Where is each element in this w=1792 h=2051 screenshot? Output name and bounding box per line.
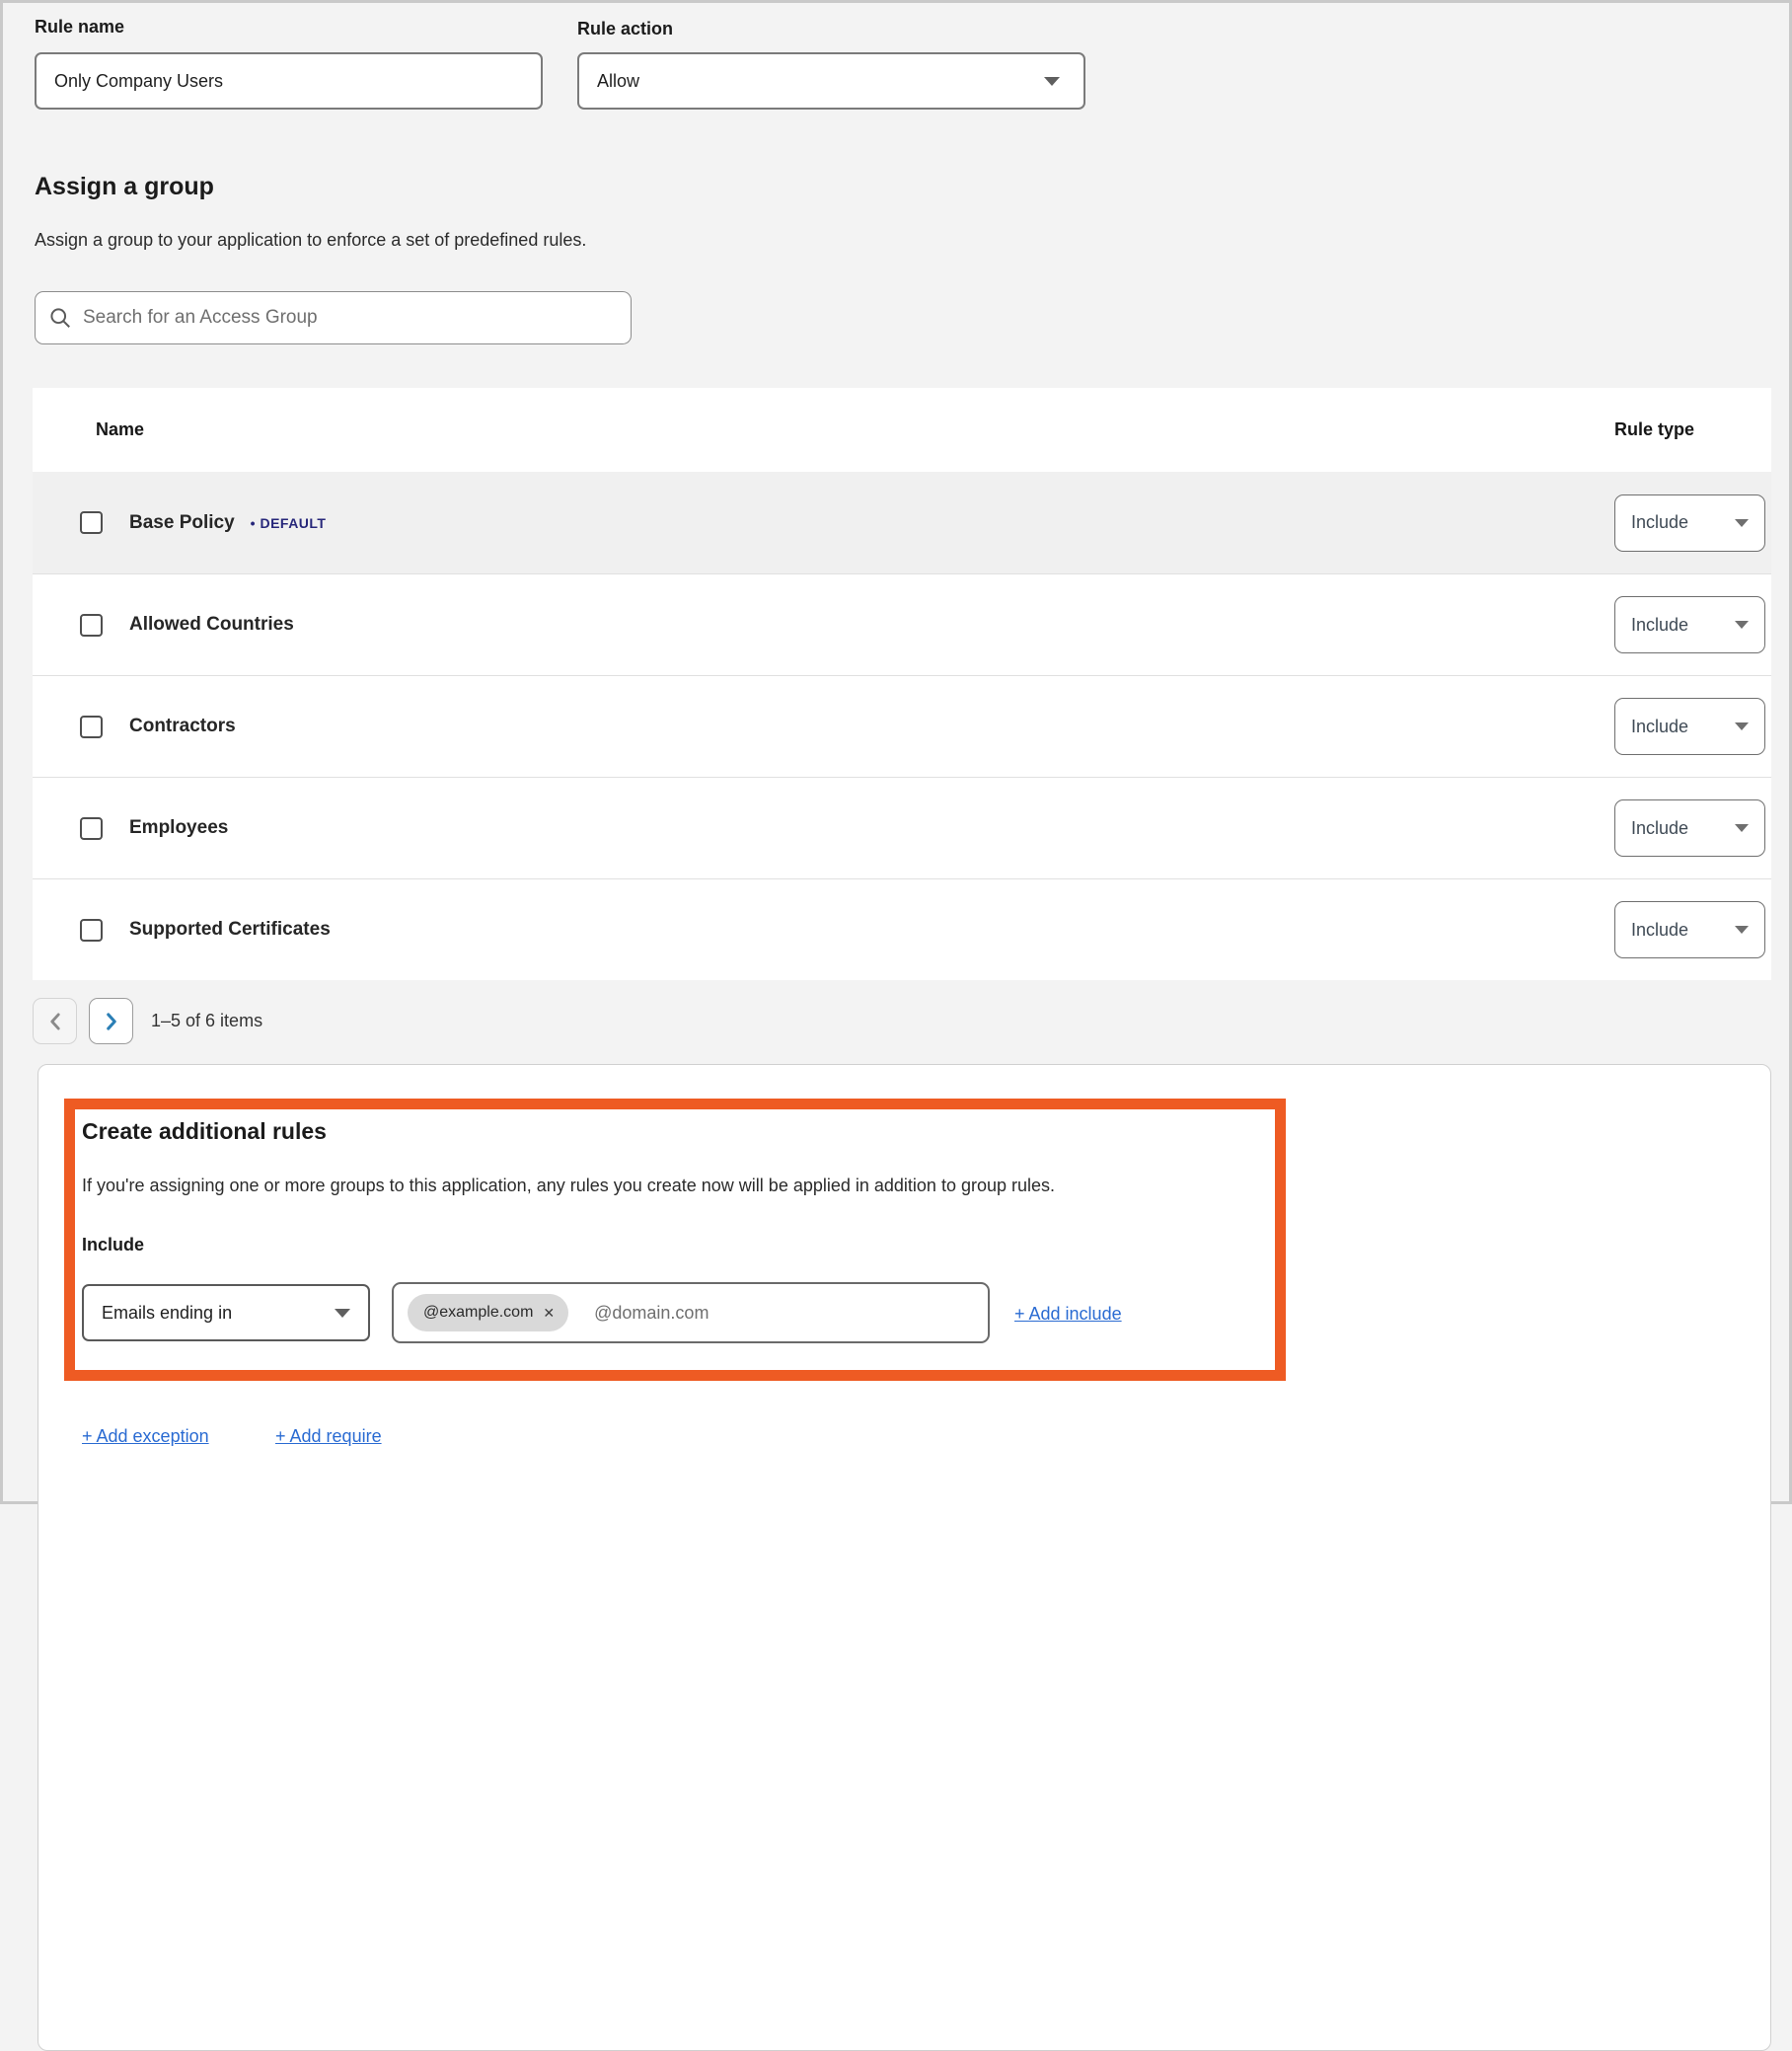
rule-type-select[interactable]: Include <box>1614 494 1765 552</box>
table-row: Base Policy • DEFAULT Include <box>33 472 1771 573</box>
rule-type-select[interactable]: Include <box>1614 596 1765 653</box>
group-name: Contractors <box>129 716 236 737</box>
add-require-link[interactable]: + Add require <box>275 1426 382 1447</box>
group-name: Supported Certificates <box>129 919 331 941</box>
chevron-right-icon <box>105 1013 118 1030</box>
chevron-down-icon <box>1735 926 1749 934</box>
previous-page-button[interactable] <box>33 998 77 1044</box>
remove-chip-icon[interactable]: ✕ <box>543 1305 555 1322</box>
email-domain-chip: @example.com ✕ <box>408 1294 568 1331</box>
table-row: Contractors Include <box>33 675 1771 777</box>
chevron-down-icon <box>1735 621 1749 629</box>
additional-rules-description: If you're assigning one or more groups t… <box>82 1176 1055 1196</box>
chevron-left-icon <box>48 1013 62 1030</box>
chevron-down-icon <box>1044 77 1060 86</box>
email-domain-input-container[interactable]: @example.com ✕ <box>392 1282 990 1343</box>
include-condition-value: Emails ending in <box>102 1303 232 1324</box>
rule-type-value: Include <box>1631 818 1688 839</box>
include-condition-select[interactable]: Emails ending in <box>82 1284 370 1341</box>
row-checkbox[interactable] <box>80 511 103 534</box>
rule-type-select[interactable]: Include <box>1614 901 1765 958</box>
add-exception-link[interactable]: + Add exception <box>82 1426 209 1447</box>
rule-name-label: Rule name <box>35 17 124 38</box>
search-input[interactable] <box>83 307 617 329</box>
pagination-status: 1–5 of 6 items <box>151 1011 262 1031</box>
chevron-down-icon <box>1735 519 1749 527</box>
additional-rules-title: Create additional rules <box>82 1118 327 1145</box>
rule-type-value: Include <box>1631 512 1688 533</box>
rule-type-value: Include <box>1631 717 1688 737</box>
rule-action-value: Allow <box>597 71 639 92</box>
access-group-search[interactable] <box>35 291 632 344</box>
chevron-down-icon <box>1735 722 1749 730</box>
rule-action-label: Rule action <box>577 19 673 39</box>
rule-action-select[interactable]: Allow <box>577 52 1085 110</box>
add-include-link[interactable]: + Add include <box>1014 1304 1122 1325</box>
rule-type-select[interactable]: Include <box>1614 698 1765 755</box>
rule-type-value: Include <box>1631 920 1688 941</box>
column-header-rule-type: Rule type <box>1614 419 1694 440</box>
search-icon <box>49 307 71 329</box>
include-section-label: Include <box>82 1235 144 1255</box>
row-checkbox[interactable] <box>80 919 103 942</box>
email-domain-input[interactable] <box>594 1303 974 1324</box>
chevron-down-icon <box>1735 824 1749 832</box>
rule-name-input[interactable] <box>35 52 543 110</box>
group-name: Base Policy <box>129 512 235 534</box>
rule-configuration-page: { "form": { "rule_name_label": "Rule nam… <box>0 0 1792 1504</box>
row-checkbox[interactable] <box>80 817 103 840</box>
table-header-row: Name Rule type <box>33 388 1771 472</box>
table-body: Base Policy • DEFAULT Include Allowed Co… <box>33 472 1771 980</box>
access-group-table: Name Rule type Base Policy • DEFAULT Inc… <box>33 388 1771 980</box>
table-row: Supported Certificates Include <box>33 878 1771 980</box>
row-checkbox[interactable] <box>80 716 103 738</box>
rule-type-value: Include <box>1631 615 1688 636</box>
group-name: Employees <box>129 817 228 839</box>
rule-type-select[interactable]: Include <box>1614 799 1765 857</box>
row-checkbox[interactable] <box>80 614 103 637</box>
next-page-button[interactable] <box>89 998 133 1044</box>
assign-group-description: Assign a group to your application to en… <box>35 230 586 251</box>
chevron-down-icon <box>335 1309 350 1318</box>
table-row: Allowed Countries Include <box>33 573 1771 675</box>
table-row: Employees Include <box>33 777 1771 878</box>
pagination: 1–5 of 6 items <box>33 998 262 1044</box>
default-badge: • DEFAULT <box>251 515 327 531</box>
assign-group-title: Assign a group <box>35 173 214 201</box>
group-name: Allowed Countries <box>129 614 294 636</box>
chip-value: @example.com <box>423 1304 533 1322</box>
column-header-name: Name <box>96 419 144 440</box>
